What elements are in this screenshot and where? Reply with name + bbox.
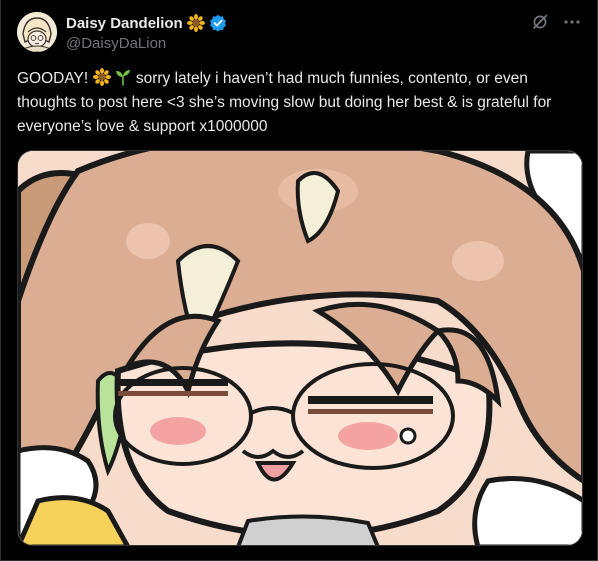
post-text-part-1: GOODAY!	[17, 70, 93, 87]
post-media-image[interactable]	[17, 150, 583, 546]
sunflower-icon	[186, 14, 205, 32]
sunflower-icon	[92, 68, 111, 86]
post-card[interactable]: Daisy Dandelion @DaisyDaLion GOODAY! sor…	[0, 0, 598, 561]
author-handle[interactable]: @DaisyDaLion	[66, 35, 166, 52]
post-actions	[531, 13, 581, 31]
author-display-name[interactable]: Daisy Dandelion	[66, 15, 183, 32]
chibi-character-artwork	[18, 151, 582, 545]
avatar[interactable]	[17, 12, 57, 52]
author-name-row: Daisy Dandelion	[66, 13, 227, 33]
post-text: GOODAY! sorry lately i haven’t had much …	[17, 67, 583, 139]
grok-icon[interactable]	[531, 13, 549, 31]
avatar-image	[17, 12, 57, 52]
verified-badge-icon[interactable]	[209, 14, 227, 32]
seedling-icon	[114, 68, 132, 86]
more-options-icon[interactable]	[563, 13, 581, 31]
